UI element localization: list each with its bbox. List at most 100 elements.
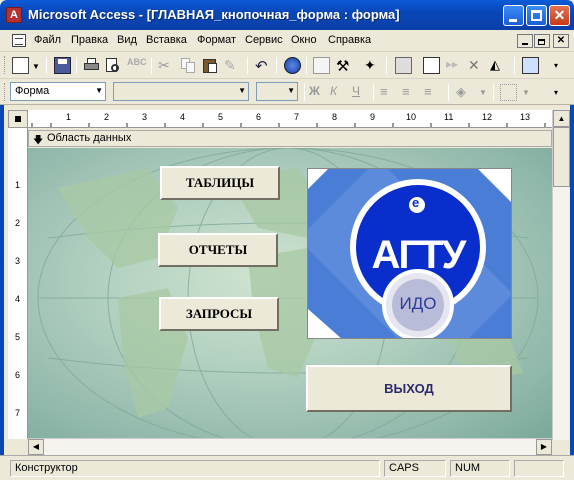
chevron-down-icon: ▼ [287,86,295,95]
bold-icon[interactable]: Ж [309,84,326,101]
status-num: NUM [450,460,510,477]
university-logo[interactable]: е АГТУ ИДО [307,168,512,339]
view-dropdown-icon[interactable]: ▼ [32,62,40,71]
status-bar: Конструктор CAPS NUM [0,455,574,480]
ruler-tick-label: 6 [14,370,20,380]
ruler-tick-label: 1 [66,112,72,122]
print-preview-icon[interactable] [105,57,122,74]
align-left-icon[interactable]: ≡ [380,84,397,101]
menu-edit[interactable]: Правка [71,34,108,46]
ruler-tick-label: 6 [256,112,262,122]
border-style-icon[interactable] [500,84,517,101]
spelling-icon[interactable]: ABC [127,57,147,74]
toolbar-grip[interactable] [4,83,7,101]
border-dropdown-icon[interactable]: ▼ [522,88,530,97]
new-object-icon[interactable]: ◭ [490,57,507,74]
select-icon[interactable]: ✕ [468,57,485,74]
toolbox-icon[interactable]: ⚒ [336,57,353,75]
queries-button[interactable]: ЗАПРОСЫ [159,297,279,331]
ruler-tick-label: 2 [14,218,20,228]
detail-section-bar[interactable]: 🡇 Область данных [28,130,552,147]
build-icon[interactable]: ▸▸ [446,57,463,74]
italic-icon[interactable]: К [330,84,347,101]
minimize-button[interactable] [503,5,524,26]
mdi-close-button[interactable]: ✕ [553,34,569,48]
menu-tools[interactable]: Сервис [245,34,283,46]
form-document-icon[interactable] [12,34,26,47]
reports-button[interactable]: ОТЧЕТЫ [158,233,278,267]
chevron-down-icon: ▼ [238,86,246,95]
form-selector[interactable] [8,110,28,128]
ruler-tick-label: 3 [14,256,20,266]
autoformat-icon[interactable]: ✦ [364,57,381,74]
field-list-icon[interactable] [313,57,330,74]
tables-button[interactable]: ТАБЛИЦЫ [160,166,280,200]
view-icon[interactable] [12,57,29,74]
ruler-tick-label: 9 [370,112,376,122]
undo-icon[interactable]: ↶ [255,57,272,75]
menu-view[interactable]: Вид [117,34,137,46]
vertical-ruler[interactable]: 1 2 3 4 5 6 7 [8,128,28,439]
mdi-minimize-icon [522,43,528,45]
window-title: Microsoft Access - [ГЛАВНАЯ_кнопочная_фо… [28,7,400,22]
vertical-scroll-thumb[interactable] [553,127,570,187]
ruler-tick-label: 4 [180,112,186,122]
save-icon[interactable] [54,57,71,74]
exit-button[interactable]: ВЫХОД [306,365,512,412]
format-painter-icon[interactable]: ✎ [224,57,241,74]
menu-window[interactable]: Окно [291,34,317,46]
ruler-tick-label: 7 [14,408,20,418]
status-mode: Конструктор [10,460,380,477]
form-detail-area[interactable]: ТАБЛИЦЫ ОТЧЕТЫ ЗАПРОСЫ ВЫХОД е АГТУ ИДО [28,148,552,438]
object-combo[interactable]: Форма ▼ [10,82,106,101]
ruler-tick-label: 11 [444,112,454,122]
ruler-tick-label: 7 [294,112,300,122]
paste-icon[interactable] [202,57,219,74]
title-bar: A Microsoft Access - [ГЛАВНАЯ_кнопочная_… [0,0,574,30]
hyperlink-icon[interactable] [284,57,301,74]
ruler-tick-label: 2 [104,112,110,122]
horizontal-ruler[interactable]: 1 2 3 4 5 6 7 8 9 10 11 12 13 [28,110,552,128]
mdi-close-icon: ✕ [556,35,566,46]
fill-color-icon[interactable]: ◈ [456,84,473,101]
scroll-left-button[interactable]: ◀ [28,439,44,455]
align-right-icon[interactable]: ≡ [424,84,441,101]
access-app-icon[interactable]: A [6,7,22,23]
toolbar-options-icon[interactable]: ▾ [554,61,558,70]
font-size-combo[interactable]: ▼ [256,82,298,101]
underline-icon[interactable]: Ч [352,84,369,101]
mdi-restore-icon [538,39,545,45]
font-combo[interactable]: ▼ [113,82,249,101]
maximize-button[interactable] [526,5,547,26]
horizontal-scrollbar[interactable]: ◀ ▶ [28,438,552,455]
ruler-tick-label: 5 [218,112,224,122]
formatting-toolbar: Форма ▼ ▼ ▼ Ж К Ч ≡ ≡ ≡ ◈ ▼ ▼ ▾ [0,79,574,105]
properties-icon[interactable] [423,57,440,74]
menu-file[interactable]: Файл [34,34,61,46]
database-window-icon[interactable] [522,57,539,74]
toolbar-options-icon[interactable]: ▾ [554,88,558,97]
print-icon[interactable] [83,57,100,74]
vertical-scrollbar[interactable]: ▲ [552,110,570,440]
status-extra [514,460,564,477]
scroll-right-button[interactable]: ▶ [536,439,552,455]
mdi-restore-button[interactable] [534,34,550,48]
align-center-icon[interactable]: ≡ [402,84,419,101]
menu-insert[interactable]: Вставка [146,34,187,46]
code-icon[interactable] [395,57,412,74]
scroll-up-button[interactable]: ▲ [553,110,570,127]
menu-help[interactable]: Справка [328,34,371,46]
copy-icon[interactable] [180,57,197,74]
arrow-up-icon: ▲ [557,114,566,123]
form-design-toolbar: ▼ ABC ✂ ✎ ↶ ⚒ ✦ ▸▸ ✕ ◭ ▾ [0,52,574,79]
fill-color-dropdown-icon[interactable]: ▼ [479,88,487,97]
object-combo-value: Форма [15,85,50,97]
ruler-tick-label: 8 [332,112,338,122]
chevron-down-icon: ▼ [95,86,103,95]
status-caps: CAPS [384,460,446,477]
cut-icon[interactable]: ✂ [158,57,175,74]
toolbar-grip[interactable] [4,56,7,74]
menu-format[interactable]: Формат [197,34,236,46]
mdi-minimize-button[interactable] [517,34,533,48]
close-button[interactable]: ✕ [549,5,570,26]
